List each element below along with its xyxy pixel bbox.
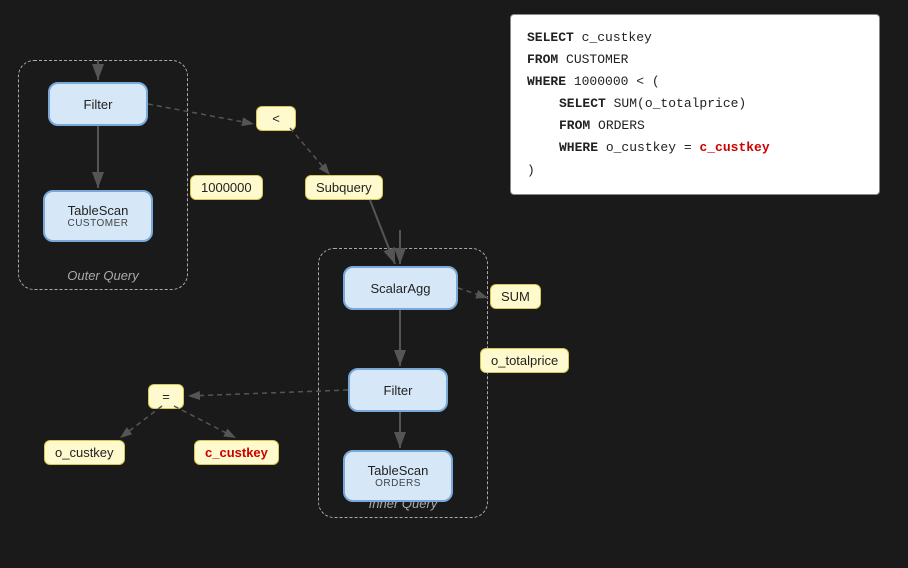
less-than-label: < bbox=[256, 106, 296, 131]
sql-line6-part1: o_custkey = bbox=[598, 140, 699, 155]
sql-line2-kw: FROM bbox=[527, 52, 558, 67]
c-custkey-label: c_custkey bbox=[194, 440, 279, 465]
sql-line7: ) bbox=[527, 163, 535, 178]
filter-inner-node: Filter bbox=[348, 368, 448, 412]
sql-line2-rest: CUSTOMER bbox=[558, 52, 628, 67]
o-totalprice-label: o_totalprice bbox=[480, 348, 569, 373]
tablescan-customer-node: TableScan CUSTOMER bbox=[43, 190, 153, 242]
sql-line5-rest: ORDERS bbox=[590, 118, 645, 133]
sql-line4-kw: SELECT bbox=[559, 96, 606, 111]
filter-outer-label: Filter bbox=[84, 97, 113, 112]
sql-line5-kw: FROM bbox=[559, 118, 590, 133]
sql-line3-rest: 1000000 < ( bbox=[566, 74, 660, 89]
tablescan-orders-node: TableScan ORDERS bbox=[343, 450, 453, 502]
tablescan-customer-sub: CUSTOMER bbox=[67, 218, 128, 229]
sql-line6-kw: WHERE bbox=[559, 140, 598, 155]
tablescan-orders-sub: ORDERS bbox=[375, 478, 421, 489]
sum-label: SUM bbox=[490, 284, 541, 309]
sql-line6-red: c_custkey bbox=[699, 140, 769, 155]
equals-label: = bbox=[148, 384, 184, 409]
sql-line4-rest: SUM(o_totalprice) bbox=[606, 96, 746, 111]
scalar-agg-label: ScalarAgg bbox=[371, 281, 431, 296]
sql-code-box: SELECT c_custkey FROM CUSTOMER WHERE 100… bbox=[510, 14, 880, 195]
sql-line1-rest: c_custkey bbox=[574, 30, 652, 45]
sql-line1-kw: SELECT bbox=[527, 30, 574, 45]
one-million-label: 1000000 bbox=[190, 175, 263, 200]
tablescan-orders-label: TableScan bbox=[368, 463, 429, 478]
sql-line3-kw: WHERE bbox=[527, 74, 566, 89]
outer-query-label: Outer Query bbox=[19, 268, 187, 283]
filter-inner-label: Filter bbox=[384, 383, 413, 398]
o-custkey-label: o_custkey bbox=[44, 440, 125, 465]
subquery-label: Subquery bbox=[305, 175, 383, 200]
tablescan-customer-label: TableScan bbox=[68, 203, 129, 218]
scalar-agg-node: ScalarAgg bbox=[343, 266, 458, 310]
filter-outer-node: Filter bbox=[48, 82, 148, 126]
diagram-area: SELECT c_custkey FROM CUSTOMER WHERE 100… bbox=[0, 0, 908, 568]
